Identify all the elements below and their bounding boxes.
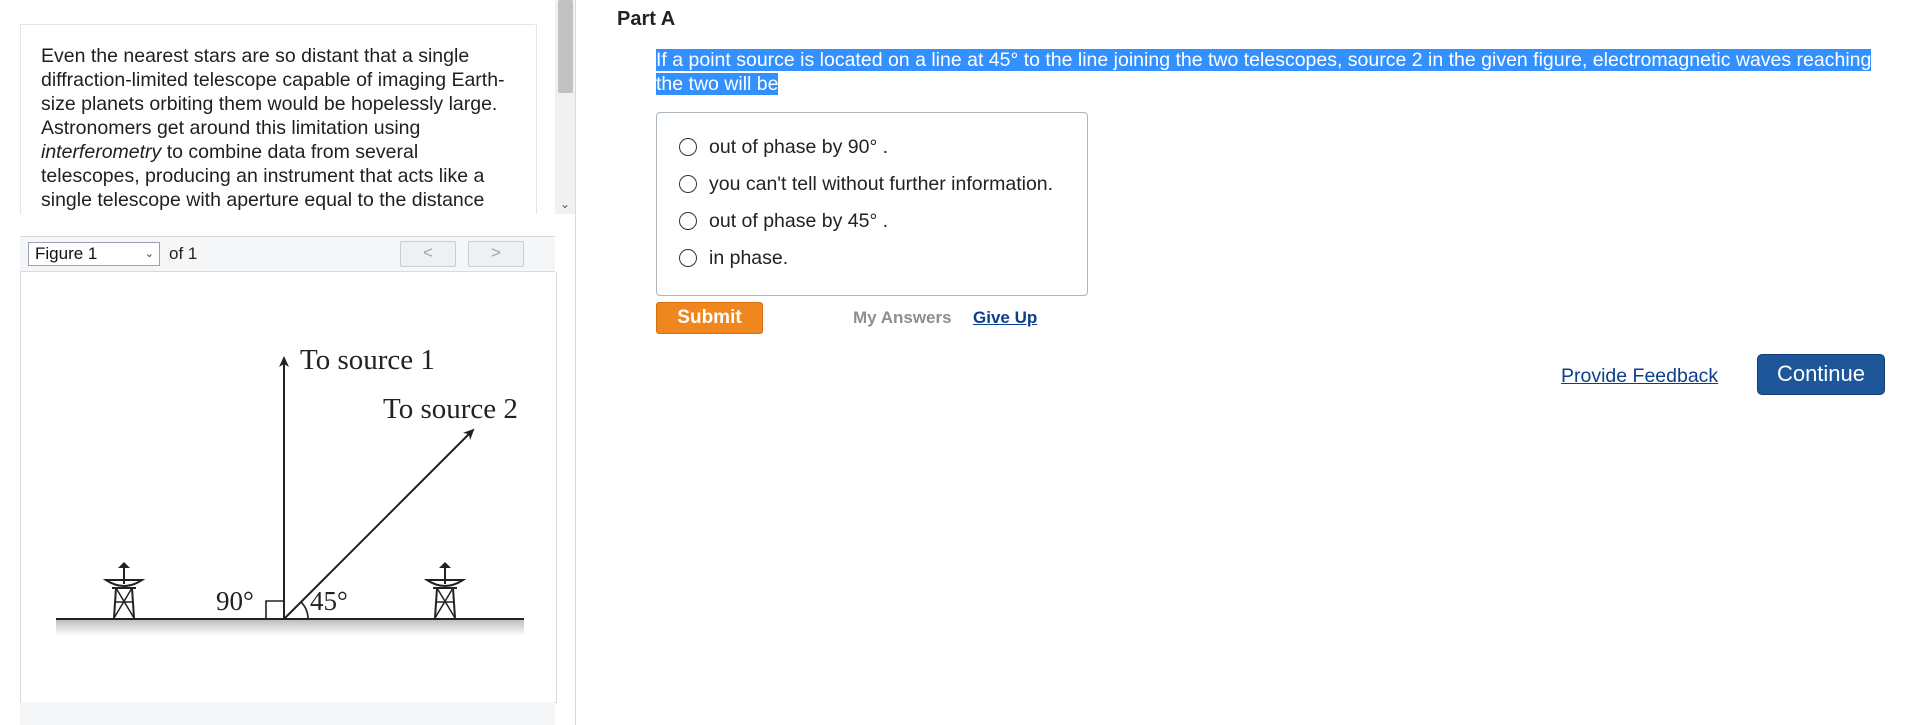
part-title: Part A <box>617 8 676 30</box>
next-figure-button[interactable]: > <box>468 241 524 267</box>
give-up-link[interactable]: Give Up <box>973 308 1037 328</box>
submit-button[interactable]: Submit <box>656 302 763 334</box>
figure-count-label: of 1 <box>169 244 198 263</box>
radio-button[interactable] <box>679 212 697 230</box>
question-selected-text: If a point source is located on a line a… <box>656 49 1872 95</box>
angle-45-label: 45° <box>310 586 348 616</box>
option-label: in phase. <box>709 246 789 269</box>
radio-button[interactable] <box>679 175 697 193</box>
passage-text-part1: Even the nearest stars are so distant th… <box>41 45 505 139</box>
figure-footer <box>20 702 555 725</box>
figure-select-value: Figure 1 <box>35 244 98 263</box>
scroll-down-chevron-icon[interactable]: ⌄ <box>556 196 574 212</box>
my-answers-link[interactable]: My Answers <box>853 308 952 328</box>
angle-90-label: 90° <box>216 586 254 616</box>
source1-label: To source 1 <box>300 344 435 376</box>
figure-panel: To source 1 To source 2 90° 45° <box>20 272 557 703</box>
option-4[interactable]: in phase. <box>679 244 788 272</box>
provide-feedback-link[interactable]: Provide Feedback <box>1561 365 1718 388</box>
question-text: If a point source is located on a line a… <box>656 48 1884 96</box>
radio-button[interactable] <box>679 138 697 156</box>
option-2[interactable]: you can't tell without further informati… <box>679 170 1053 198</box>
option-label: out of phase by 90° . <box>709 135 889 158</box>
passage-emphasis: interferometry <box>41 141 162 163</box>
ground-shading <box>56 620 524 636</box>
right-angle-marker <box>265 600 284 619</box>
passage-header <box>20 0 535 25</box>
chevron-right-icon: > <box>491 243 501 262</box>
option-label: you can't tell without further informati… <box>709 172 1054 195</box>
figure-toolbar: Figure 1 ⌄ of 1 < > <box>20 236 555 272</box>
right-telescope-icon <box>423 562 467 619</box>
option-label: out of phase by 45° . <box>709 209 889 232</box>
continue-button[interactable]: Continue <box>1757 354 1885 395</box>
answer-options: out of phase by 90° . you can't tell wit… <box>656 112 1088 296</box>
angle-45-arc <box>300 601 309 620</box>
chevron-down-icon: ⌄ <box>144 248 154 260</box>
left-pane: Even the nearest stars are so distant th… <box>0 0 576 725</box>
figure-select[interactable]: Figure 1 ⌄ <box>28 242 160 266</box>
passage-scrollbar-thumb[interactable] <box>558 0 573 93</box>
option-1[interactable]: out of phase by 90° . <box>679 133 888 161</box>
radio-button[interactable] <box>679 249 697 267</box>
chevron-left-icon: < <box>423 243 433 262</box>
passage-text: Even the nearest stars are so distant th… <box>21 24 536 212</box>
option-3[interactable]: out of phase by 45° . <box>679 207 888 235</box>
passage-panel: Even the nearest stars are so distant th… <box>20 24 537 214</box>
figure-diagram: To source 1 To source 2 90° 45° <box>56 344 524 636</box>
previous-figure-button[interactable]: < <box>400 241 456 267</box>
source2-label: To source 2 <box>383 393 518 425</box>
left-telescope-icon <box>102 562 146 619</box>
